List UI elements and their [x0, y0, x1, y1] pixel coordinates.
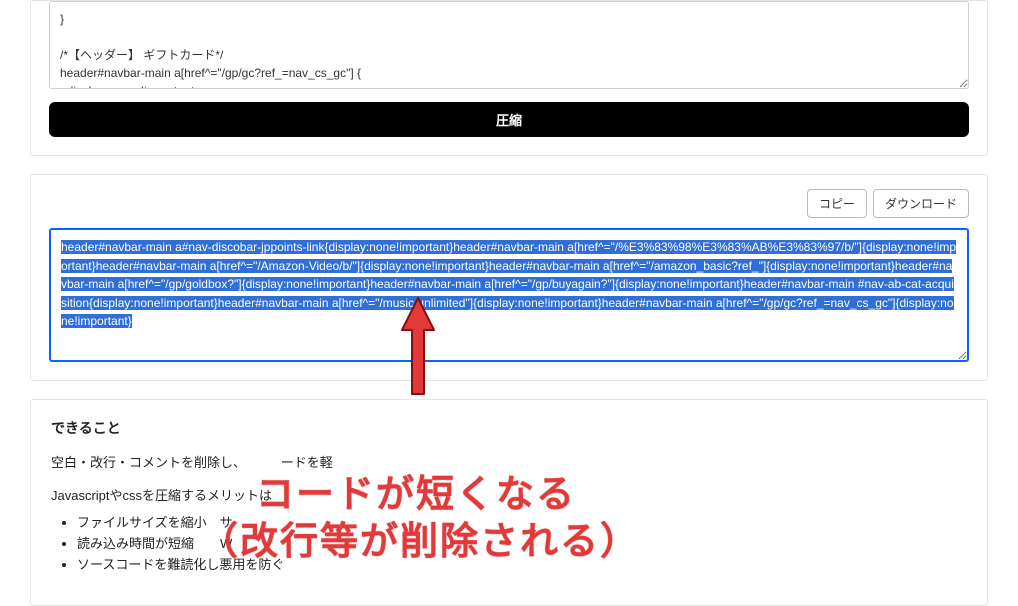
benefit-list: ファイルサイズを縮小（サ 読み込み時間が短縮しいW ソースコードを難読化し悪用を… [51, 512, 967, 573]
list-item: ソースコードを難読化し悪用を防ぐ [77, 554, 967, 573]
source-code-input[interactable] [49, 1, 969, 89]
selected-output-text: header#navbar-main a#nav-discobar-jppoin… [61, 240, 956, 328]
list-item: 読み込み時間が短縮しいW [77, 533, 967, 552]
info-card: できること 空白・改行・コメントを削除し、XXXXードを軽 Javascript… [30, 399, 988, 606]
info-description: 空白・改行・コメントを削除し、XXXXードを軽 [51, 452, 967, 471]
output-card: コピー ダウンロード header#navbar-main a#nav-disc… [30, 174, 988, 381]
output-toolbar: コピー ダウンロード [49, 189, 969, 218]
download-button[interactable]: ダウンロード [873, 189, 969, 218]
input-card: 圧縮 [30, 0, 988, 156]
compress-button[interactable]: 圧縮 [49, 102, 969, 137]
compressed-output[interactable]: header#navbar-main a#nav-discobar-jppoin… [49, 228, 969, 362]
info-title: できること [51, 418, 967, 438]
copy-button[interactable]: コピー [807, 189, 867, 218]
info-subtitle: Javascriptやcssを圧縮するメリットは? [51, 485, 967, 504]
list-item: ファイルサイズを縮小（サ [77, 512, 967, 531]
